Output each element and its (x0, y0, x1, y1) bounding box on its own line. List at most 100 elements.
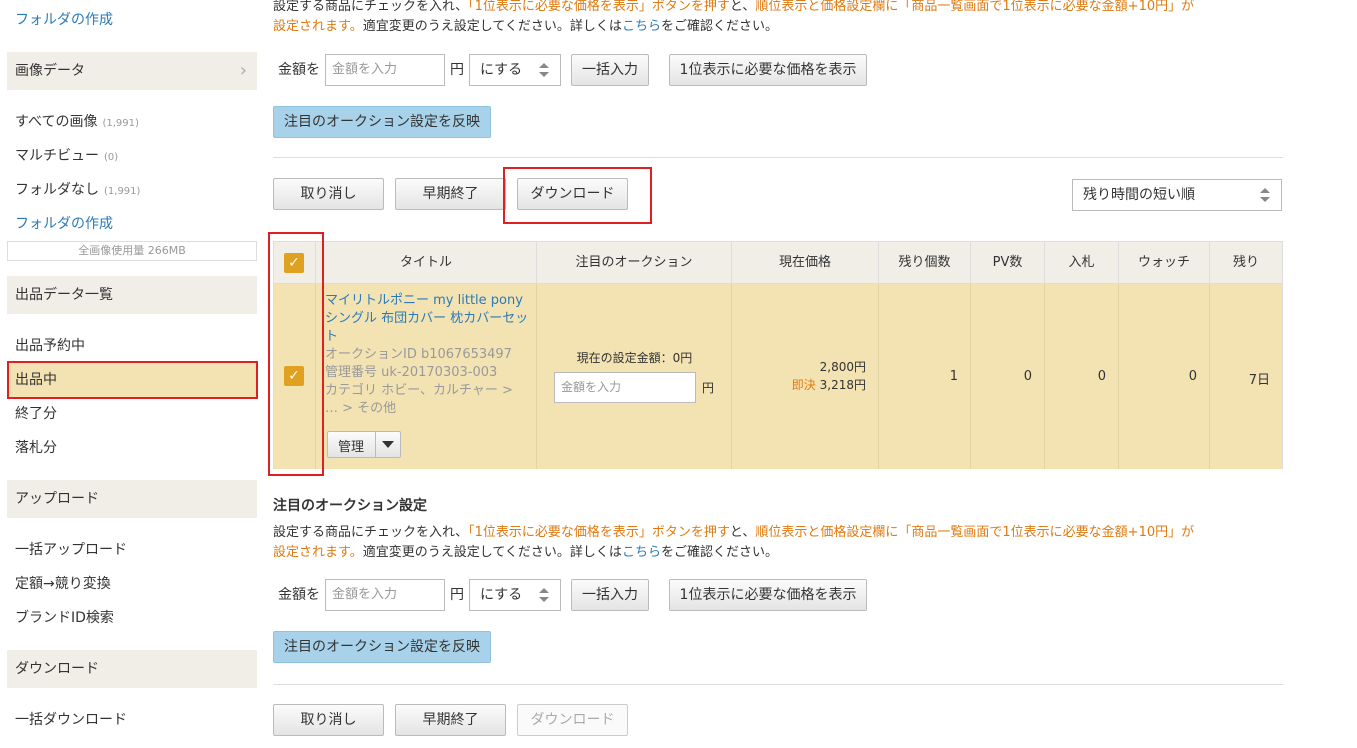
header-remaining-qty[interactable]: 残り個数 (878, 242, 970, 283)
show-required-price-button[interactable]: 1位表示に必要な価格を表示 (669, 54, 867, 86)
mode-select[interactable]: にする (469, 54, 561, 86)
divider (273, 684, 1283, 685)
end-early-button[interactable]: 早期終了 (395, 704, 506, 736)
note-highlight: 設定されます。 (273, 545, 363, 560)
pv-cell: 0 (970, 284, 1044, 469)
apply-featured-button[interactable]: 注目のオークション設定を反映 (273, 106, 491, 138)
details-link[interactable]: こちら (622, 19, 661, 34)
updown-arrows-icon (1260, 188, 1270, 202)
manage-button-label: 管理 (338, 440, 365, 455)
header-time-left[interactable]: 残り (1209, 242, 1282, 283)
sidebar-item-all-images[interactable]: すべての画像 (1,991) (15, 111, 139, 131)
create-folder-link[interactable]: フォルダの作成 (15, 213, 113, 233)
sidebar-item-bulk-upload[interactable]: 一括アップロード (15, 539, 127, 559)
upload-header[interactable]: アップロード (7, 480, 257, 518)
featured-amount-input[interactable]: 金額を入力 (554, 372, 696, 403)
table-row: ✓ マイリトルポニー my little pony シングル 布団カバー 枕カバ… (274, 283, 1282, 469)
show-required-price-button[interactable]: 1位表示に必要な価格を表示 (669, 579, 867, 611)
image-data-header-label: 画像データ (15, 63, 85, 79)
sort-select[interactable]: 残り時間の短い順 (1072, 179, 1282, 211)
instruction-note: 設定する商品にチェックを入れ、「1位表示に必要な価格を表示」ボタンを押すと、順位… (273, 523, 1283, 563)
note-highlight: 順位表示と価格設定欄に「商品一覧画面で1位表示に必要な金額+10円」が (755, 0, 1195, 14)
mode-select-value: にする (480, 62, 523, 78)
cancel-button[interactable]: 取り消し (273, 178, 384, 210)
amount-label: 金額を (278, 587, 320, 603)
listing-data-header[interactable]: 出品データ一覧 (7, 276, 257, 314)
amount-input[interactable]: 金額を入力 (325, 579, 445, 611)
bid-count: 0 (1097, 369, 1106, 384)
amount-label: 金額を (278, 62, 320, 78)
updown-arrows-icon (539, 588, 549, 602)
highlight-box (503, 167, 652, 224)
details-link[interactable]: こちら (622, 545, 661, 560)
sidebar-item-brand-search[interactable]: ブランドID検索 (15, 607, 114, 627)
image-count: (0) (104, 152, 119, 163)
bids-cell: 0 (1044, 284, 1118, 469)
sidebar-item-ended[interactable]: 終了分 (15, 403, 57, 423)
note-text: と、 (729, 525, 756, 540)
sidebar: フォルダの作成 画像データ › すべての画像 (1,991) マルチビュー (0) … (7, 0, 258, 748)
title-cell: マイリトルポニー my little pony シングル 布団カバー 枕カバーセ… (315, 284, 536, 469)
note-text: 設定する商品にチェックを入れ、 (273, 0, 469, 14)
sidebar-item-label: すべての画像 (15, 114, 98, 130)
featured-heading: 注目のオークション設定 (273, 498, 427, 514)
note-highlight: 順位表示と価格設定欄に「商品一覧画面で1位表示に必要な金額+10円」が (755, 525, 1195, 540)
note-text: 適宜変更のうえ設定してください。詳しくは (362, 545, 622, 560)
category: カテゴリ ホビー、カルチャー > … > その他 (325, 383, 513, 416)
item-title-link[interactable]: マイリトルポニー my little pony シングル 布団カバー 枕カバーセ… (325, 292, 530, 346)
buy-now-price-line: 即決 3,218円 (792, 376, 866, 393)
header-pv[interactable]: PV数 (970, 242, 1044, 283)
bulk-input-button[interactable]: 一括入力 (571, 579, 649, 611)
header-title[interactable]: タイトル (315, 242, 536, 283)
sidebar-item-sold[interactable]: 落札分 (15, 437, 57, 457)
note-text: と、 (729, 0, 756, 14)
instruction-note-top: 設定する商品にチェックを入れ、「1位表示に必要な価格を表示」ボタンを押すと、順位… (273, 0, 1283, 37)
header-bids[interactable]: 入札 (1044, 242, 1118, 283)
note-highlight: 「1位表示に必要な価格を表示」ボタンを押す (468, 525, 730, 540)
note-highlight: 設定されます。 (273, 19, 363, 34)
download-button[interactable]: ダウンロード (517, 704, 628, 736)
mode-select[interactable]: にする (469, 579, 561, 611)
remaining-qty: 1 (949, 369, 958, 384)
apply-featured-button[interactable]: 注目のオークション設定を反映 (273, 631, 491, 663)
buy-now-label: 即決 (791, 378, 816, 392)
header-price[interactable]: 現在価格 (731, 242, 878, 283)
sidebar-item-label: マルチビュー (15, 148, 99, 164)
create-folder-link-top[interactable]: フォルダの作成 (15, 9, 113, 29)
note-text: 適宜変更のうえ設定してください。詳しくは (362, 19, 622, 34)
pv-count: 0 (1023, 369, 1032, 384)
sidebar-item-multi-view[interactable]: マルチビュー (0) (15, 145, 118, 165)
main-content: 設定する商品にチェックを入れ、「1位表示に必要な価格を表示」ボタンを押すと、順位… (268, 0, 1283, 748)
note-text: 設定する商品にチェックを入れ、 (273, 525, 469, 540)
featured-cell: 現在の設定金額：0円 金額を入力 円 (536, 284, 731, 469)
current-setting: 現在の設定金額：0円 (576, 351, 693, 365)
yen-label: 円 (702, 381, 715, 395)
manage-dropdown[interactable]: 管理 (327, 431, 401, 458)
listing-table: ✓ タイトル 注目のオークション 現在価格 残り個数 PV数 入札 ウォッチ 残… (273, 241, 1283, 469)
divider (375, 432, 376, 457)
sidebar-item-bulk-download[interactable]: 一括ダウンロード (15, 709, 127, 729)
sidebar-item-fixed-to-auction[interactable]: 定額→競り変換 (15, 573, 111, 593)
watch-cell: 0 (1118, 284, 1209, 469)
amount-input[interactable]: 金額を入力 (325, 54, 445, 86)
chevron-right-icon: › (239, 60, 247, 81)
sort-select-value: 残り時間の短い順 (1083, 187, 1195, 203)
sidebar-item-scheduled[interactable]: 出品予約中 (15, 335, 85, 355)
note-highlight: 「1位表示に必要な価格を表示」ボタンを押す (468, 0, 730, 14)
note-text: をご確認ください。 (660, 545, 778, 560)
image-count: (1,991) (104, 186, 141, 197)
current-price: 2,800円 (819, 360, 866, 374)
sidebar-item-label: フォルダなし (15, 182, 99, 198)
cancel-button[interactable]: 取り消し (273, 704, 384, 736)
sidebar-item-active[interactable]: 出品中 (7, 361, 258, 399)
header-watch[interactable]: ウォッチ (1118, 242, 1209, 283)
end-early-button[interactable]: 早期終了 (395, 178, 506, 210)
bulk-input-button[interactable]: 一括入力 (571, 54, 649, 86)
yen-label: 円 (450, 62, 464, 78)
image-data-header[interactable]: 画像データ › (7, 52, 257, 90)
time-left: 7日 (1248, 373, 1270, 388)
caret-down-icon[interactable] (382, 441, 394, 449)
download-header[interactable]: ダウンロード (7, 650, 257, 688)
header-featured: 注目のオークション (536, 242, 731, 283)
sidebar-item-no-folder[interactable]: フォルダなし (1,991) (15, 179, 140, 199)
